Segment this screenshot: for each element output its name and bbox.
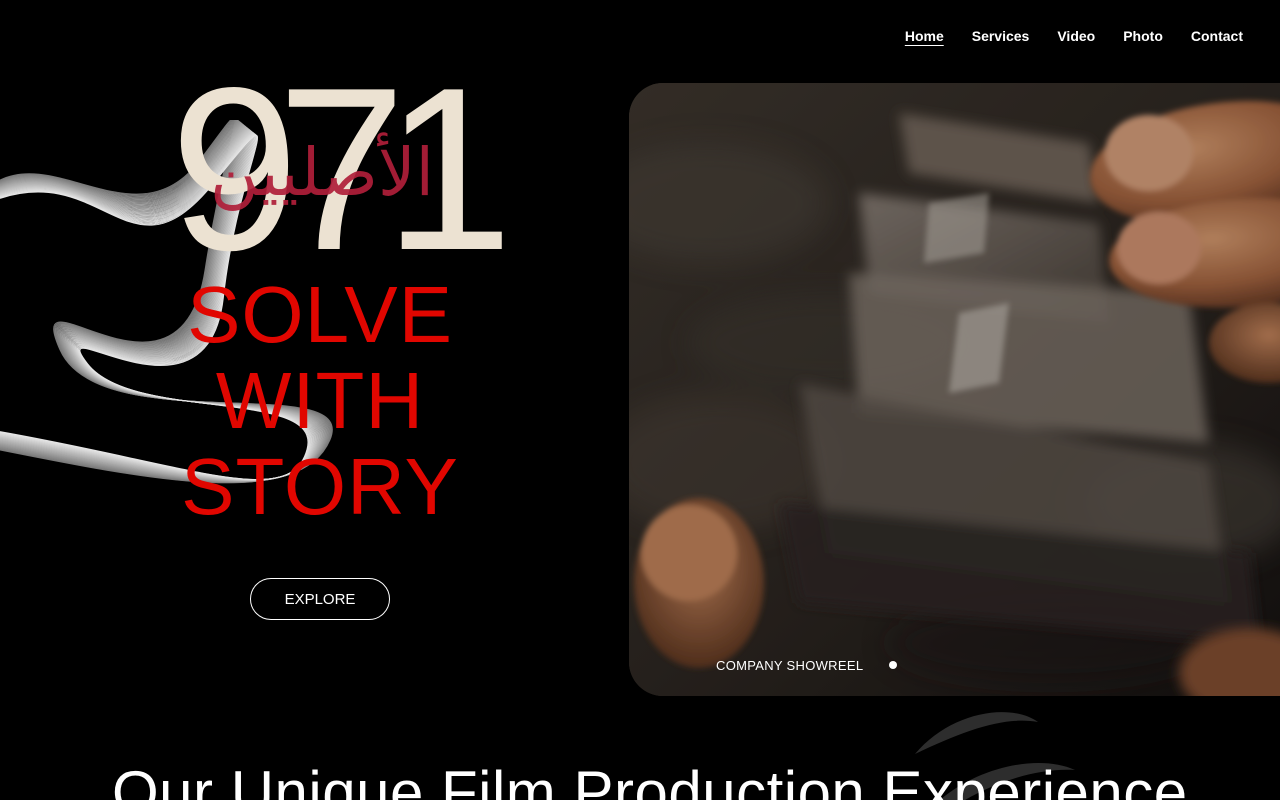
main-nav: Home Services Video Photo Contact <box>877 28 1243 44</box>
hero-line-1: SOLVE <box>187 270 453 359</box>
nav-home-link[interactable]: Home <box>905 28 944 44</box>
showreel-video[interactable]: COMPANY SHOWREEL <box>629 83 1280 696</box>
hero-headline: SOLVE WITH STORY <box>140 272 500 530</box>
page: Home Services Video Photo Contact 971 ال… <box>0 0 1280 800</box>
section-heading: Our Unique Film Production Experience <box>112 759 1188 800</box>
hero-line-2: WITH <box>215 356 425 445</box>
explore-button[interactable]: EXPLORE <box>250 578 390 620</box>
brand-logo: 971 الأصليين <box>170 54 513 286</box>
video-indicator-dot[interactable] <box>889 661 897 669</box>
video-caption: COMPANY SHOWREEL <box>716 658 864 673</box>
hero-line-3: STORY <box>181 442 459 531</box>
nav-photo-link[interactable]: Photo <box>1123 28 1163 44</box>
nav-services-link[interactable]: Services <box>972 28 1030 44</box>
logo-arabic-text: الأصليين <box>210 134 434 211</box>
showreel-video-frame <box>629 83 1280 696</box>
nav-video-link[interactable]: Video <box>1057 28 1095 44</box>
nav-contact-link[interactable]: Contact <box>1191 28 1243 44</box>
